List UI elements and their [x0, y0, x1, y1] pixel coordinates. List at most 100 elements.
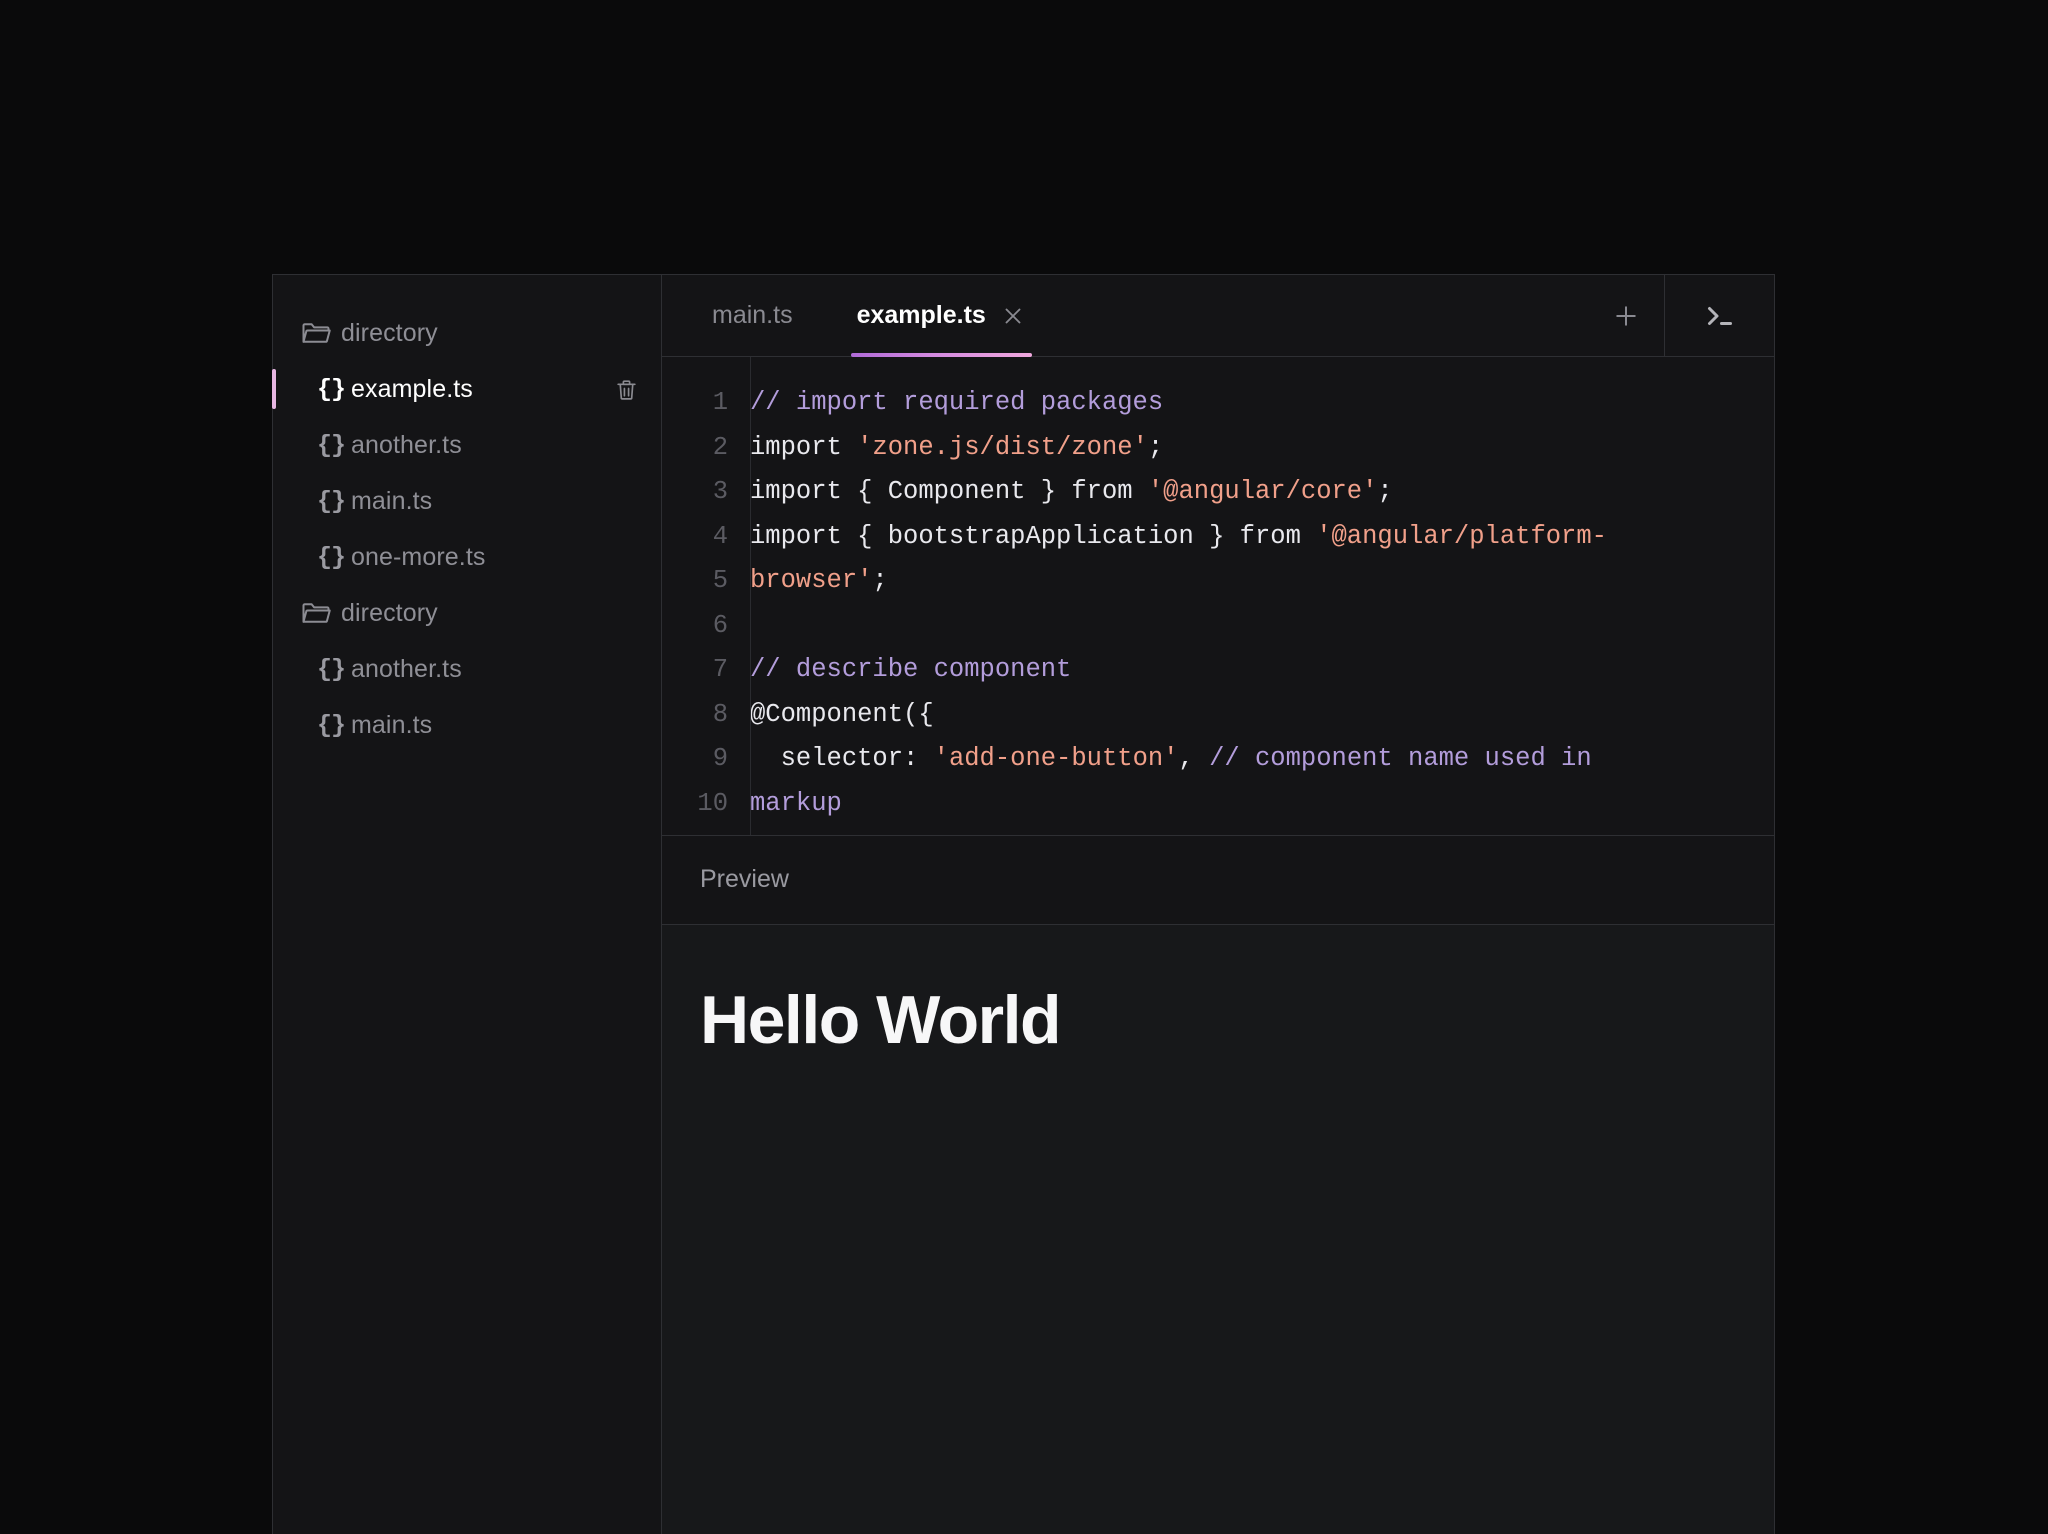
terminal-icon — [1702, 298, 1738, 334]
code-line: 2import 'zone.js/dist/zone'; — [662, 426, 1774, 471]
code-line-text[interactable]: import { bootstrapApplication } from '@a… — [750, 515, 1774, 560]
code-token: 'zone.js/dist/zone' — [857, 433, 1148, 462]
code-editor-window: directory{}example.ts{}another.ts{}main.… — [272, 274, 1775, 1534]
sidebar-item-directory[interactable]: directory — [273, 305, 661, 361]
sidebar-item-label: another.ts — [351, 655, 462, 684]
code-token: true — [964, 833, 1025, 835]
sidebar-item-label: main.ts — [351, 487, 432, 516]
code-token: , — [1025, 833, 1056, 835]
code-line: 7// describe component — [662, 648, 1774, 693]
close-icon — [1000, 303, 1026, 329]
line-number: 7 — [662, 648, 750, 693]
sidebar-item-label: main.ts — [351, 711, 432, 740]
sidebar-item-label: one-more.ts — [351, 543, 486, 572]
code-line: 9 selector: 'add-one-button', // compone… — [662, 737, 1774, 782]
code-editor-area[interactable]: 1// import required packages2import 'zon… — [662, 357, 1774, 835]
code-token: // describe component — [750, 655, 1071, 684]
editor-tabbar: main.ts example.ts — [662, 275, 1774, 357]
code-token: 'add-one-button' — [934, 744, 1179, 773]
sidebar-item-label: another.ts — [351, 431, 462, 460]
code-line: 5browser'; — [662, 559, 1774, 604]
code-token: '@angular/platform- — [1316, 522, 1607, 551]
sidebar-item-label: example.ts — [351, 375, 473, 404]
code-token: import { Component } from — [750, 477, 1148, 506]
terminal-toggle-button[interactable] — [1664, 275, 1774, 356]
code-token: import — [750, 433, 857, 462]
code-scroll-region[interactable]: 1// import required packages2import 'zon… — [662, 357, 1774, 835]
braces-icon: {} — [317, 657, 351, 682]
code-line-text[interactable]: import { Component } from '@angular/core… — [750, 470, 1774, 515]
sidebar-item-main-ts[interactable]: {}main.ts — [273, 697, 661, 753]
active-item-indicator — [272, 369, 276, 409]
code-token: // import required packages — [750, 388, 1163, 417]
braces-icon: {} — [317, 657, 345, 682]
braces-icon: {} — [317, 377, 345, 402]
new-tab-button[interactable] — [1588, 275, 1664, 356]
code-line: 4import { bootstrapApplication } from '@… — [662, 515, 1774, 560]
sidebar-item-one-more-ts[interactable]: {}one-more.ts — [273, 529, 661, 585]
code-line-text[interactable]: @Component({ — [750, 693, 1774, 738]
code-line-text[interactable]: selector: 'add-one-button', // component… — [750, 737, 1774, 782]
line-number: 4 — [662, 515, 750, 560]
code-line: 1// import required packages — [662, 381, 1774, 426]
code-token: ; — [1148, 433, 1163, 462]
sidebar-item-directory[interactable]: directory — [273, 585, 661, 641]
code-line-text[interactable]: standalone: true, // component is self-c… — [750, 826, 1774, 835]
tab-label: example.ts — [857, 301, 986, 330]
code-token: ; — [1377, 477, 1392, 506]
editor-column: main.ts example.ts 1// import required pa… — [662, 275, 1774, 1534]
delete-file-button[interactable] — [611, 374, 641, 404]
braces-icon: {} — [317, 489, 345, 514]
gutter-divider — [750, 357, 751, 835]
line-number: 6 — [662, 604, 750, 649]
code-line-text[interactable]: // describe component — [750, 648, 1774, 693]
code-token: '@angular/core' — [1148, 477, 1378, 506]
braces-icon: {} — [317, 713, 345, 738]
code-line-text[interactable]: browser'; — [750, 559, 1774, 604]
code-line-text[interactable]: markup — [750, 782, 1774, 827]
braces-icon: {} — [317, 489, 351, 514]
code-token: // component name used in — [1209, 744, 1592, 773]
file-explorer-sidebar: directory{}example.ts{}another.ts{}main.… — [273, 275, 662, 1534]
line-number: 9 — [662, 737, 750, 782]
code-token: @Component({ — [750, 700, 934, 729]
folder-icon — [301, 600, 341, 626]
braces-icon: {} — [317, 433, 345, 458]
braces-icon: {} — [317, 377, 351, 402]
folder-icon — [301, 320, 341, 346]
braces-icon: {} — [317, 433, 351, 458]
code-line: 8@Component({ — [662, 693, 1774, 738]
preview-header: Preview — [662, 835, 1774, 925]
sidebar-item-main-ts[interactable]: {}main.ts — [273, 473, 661, 529]
code-line-text[interactable]: // import required packages — [750, 381, 1774, 426]
code-line: 11 standalone: true, // component is sel… — [662, 826, 1774, 835]
code-token: , — [1178, 744, 1209, 773]
line-number: 8 — [662, 693, 750, 738]
code-line-text[interactable]: import 'zone.js/dist/zone'; — [750, 426, 1774, 471]
line-number: 11 — [662, 826, 750, 835]
tab-example-ts[interactable]: example.ts — [825, 275, 1058, 356]
braces-icon: {} — [317, 545, 351, 570]
code-line: 3import { Component } from '@angular/cor… — [662, 470, 1774, 515]
code-line: 6 — [662, 604, 1774, 649]
line-number: 10 — [662, 782, 750, 827]
folder-icon — [301, 600, 331, 626]
line-number: 2 — [662, 426, 750, 471]
folder-icon — [301, 320, 331, 346]
tab-main-ts[interactable]: main.ts — [680, 275, 825, 356]
code-token: browser' — [750, 566, 872, 595]
sidebar-item-another-ts[interactable]: {}another.ts — [273, 417, 661, 473]
braces-icon: {} — [317, 713, 351, 738]
braces-icon: {} — [317, 545, 345, 570]
sidebar-item-label: directory — [341, 319, 438, 348]
code-token: import { bootstrapApplication } from — [750, 522, 1316, 551]
tab-label: main.ts — [712, 301, 793, 330]
tab-close-button[interactable] — [1000, 303, 1026, 329]
preview-body: Hello World — [662, 925, 1774, 1534]
preview-label: Preview — [700, 865, 789, 894]
preview-heading: Hello World — [700, 985, 1736, 1056]
sidebar-item-label: directory — [341, 599, 438, 628]
sidebar-item-example-ts[interactable]: {}example.ts — [273, 361, 661, 417]
sidebar-item-another-ts[interactable]: {}another.ts — [273, 641, 661, 697]
code-token: // component is self-contained — [1056, 833, 1515, 835]
